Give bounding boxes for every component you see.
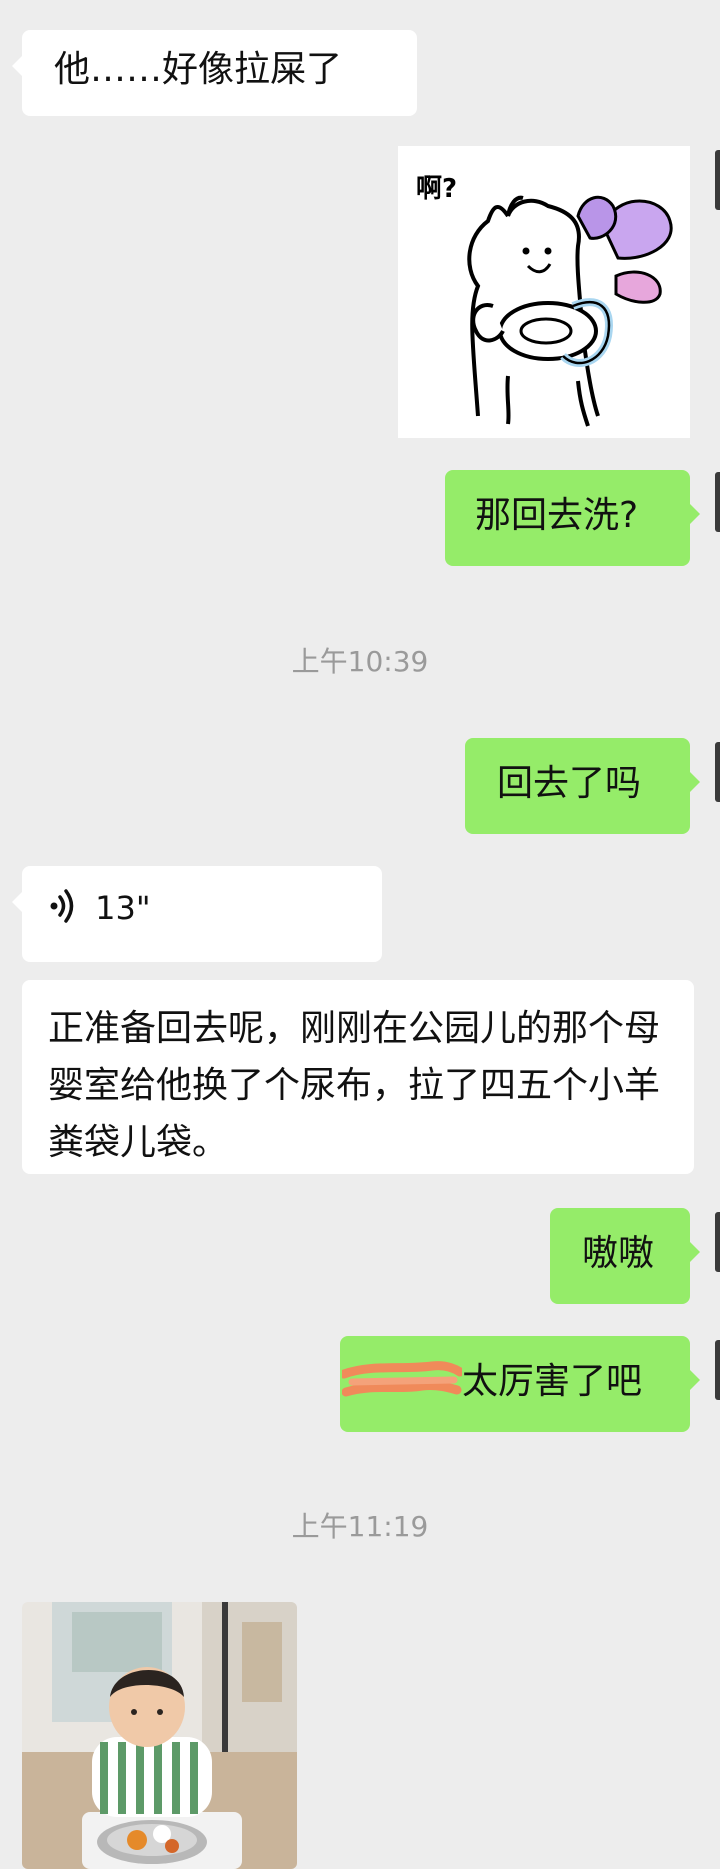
avatar-edge[interactable]: [715, 1212, 720, 1272]
redaction-scribble: [342, 1361, 462, 1397]
photo-message[interactable]: [22, 1602, 297, 1869]
message-text: 太厉害了吧: [462, 1361, 643, 1402]
timestamp: 上午10:39: [291, 645, 429, 678]
voice-message[interactable]: 13": [12, 866, 382, 962]
message-incoming-1[interactable]: 他……好像拉屎了: [12, 30, 417, 116]
message-text: 回去了吗: [497, 763, 642, 804]
voice-duration: 13": [95, 889, 151, 927]
avatar-edge[interactable]: [715, 1340, 720, 1400]
sticker-caption: 啊?: [416, 174, 458, 204]
message-incoming-6[interactable]: 正准备回去呢，刚刚在公园儿的那个母婴室给他换了个尿布，拉了四五个小羊粪袋儿袋。: [22, 980, 694, 1174]
baby-photo: [22, 1602, 297, 1869]
avatar-edge[interactable]: [715, 472, 720, 532]
timestamp: 上午11:19: [291, 1510, 429, 1543]
avatar-edge[interactable]: [715, 150, 720, 210]
sticker-message[interactable]: 啊?: [398, 146, 690, 438]
message-outgoing-4[interactable]: 回去了吗: [465, 738, 700, 834]
message-outgoing-7[interactable]: 嗷嗷: [550, 1208, 700, 1304]
avatar-edge[interactable]: [715, 742, 720, 802]
voice-wave-icon: [48, 886, 80, 930]
message-text: 正准备回去呢，刚刚在公园儿的那个母婴室给他换了个尿布，拉了四五个小羊粪袋儿袋。: [48, 1008, 661, 1163]
message-outgoing-3[interactable]: 那回去洗?: [445, 470, 700, 566]
message-text: 那回去洗?: [475, 495, 639, 536]
message-text: 他……好像拉屎了: [54, 49, 343, 90]
message-text: 嗷嗷: [582, 1233, 655, 1274]
